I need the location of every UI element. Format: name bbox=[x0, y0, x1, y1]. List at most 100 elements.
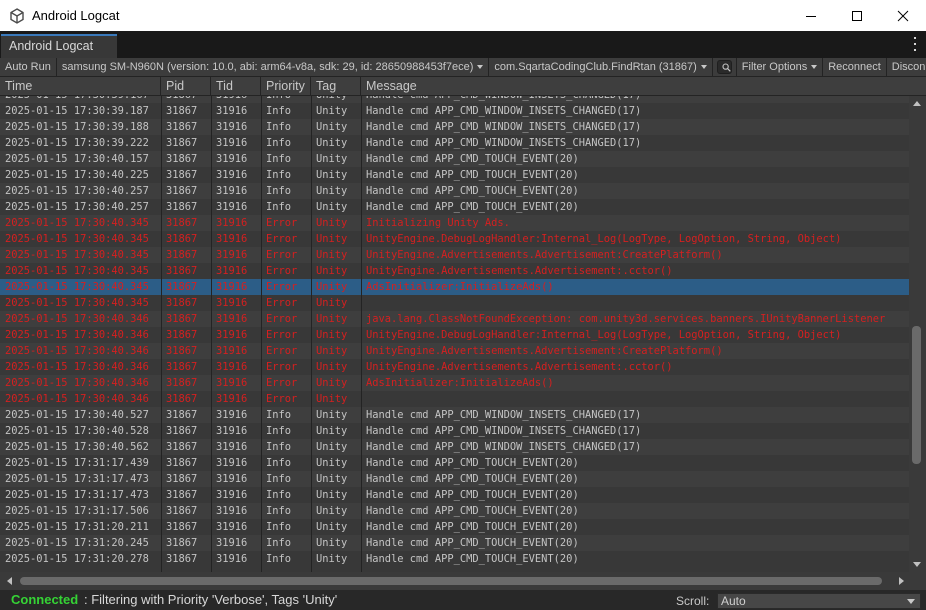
package-dropdown[interactable]: com.SqartaCodingClub.FindRtan (31867) bbox=[489, 58, 713, 76]
column-divider bbox=[361, 96, 362, 572]
log-time: 2025-01-15 17:30:40.345 bbox=[5, 281, 149, 293]
log-message: Handle cmd APP_CMD_WINDOW_INSETS_CHANGED… bbox=[366, 409, 642, 421]
log-tid: 31916 bbox=[216, 281, 248, 293]
vertical-scroll-thumb[interactable] bbox=[912, 326, 921, 464]
log-row[interactable]: 2025-01-15 17:30:40.345 31867 31916 Error Un… bbox=[0, 247, 909, 263]
log-tag: Unity bbox=[316, 121, 348, 133]
log-rows: 2025-01-15 17:30:39.1673186731916InfoUni… bbox=[0, 96, 909, 567]
log-time: 2025-01-15 17:31:17.506 bbox=[5, 505, 149, 517]
log-row[interactable]: 2025-01-15 17:30:39.188 31867 31916 Info Uni… bbox=[0, 119, 909, 135]
log-row[interactable]: 2025-01-15 17:31:20.278 31867 31916 Info Uni… bbox=[0, 551, 909, 567]
scroll-left-icon[interactable] bbox=[7, 577, 12, 585]
log-row[interactable]: 2025-01-15 17:30:40.346 31867 31916 Error Un… bbox=[0, 343, 909, 359]
maximize-button[interactable] bbox=[834, 0, 880, 31]
log-tid: 31916 bbox=[216, 473, 248, 485]
column-header-priority[interactable]: Priority bbox=[261, 77, 311, 96]
column-header-time[interactable]: Time bbox=[0, 77, 161, 96]
scroll-mode-select[interactable]: Auto bbox=[717, 593, 921, 609]
device-dropdown[interactable]: samsung SM-N960N (version: 10.0, abi: ar… bbox=[57, 58, 490, 76]
log-priority: Info bbox=[266, 201, 292, 213]
log-row[interactable]: 2025-01-15 17:30:40.346 31867 31916 Error Un… bbox=[0, 311, 909, 327]
log-time: 2025-01-15 17:30:40.528 bbox=[5, 425, 149, 437]
log-time: 2025-01-15 17:30:40.346 bbox=[5, 313, 149, 325]
log-row[interactable]: 2025-01-15 17:30:40.225 31867 31916 Info Uni… bbox=[0, 167, 909, 183]
log-row[interactable]: 2025-01-15 17:30:40.157 31867 31916 Info Uni… bbox=[0, 151, 909, 167]
log-row[interactable]: 2025-01-15 17:30:40.527 31867 31916 Info Uni… bbox=[0, 407, 909, 423]
log-message: Handle cmd APP_CMD_TOUCH_EVENT(20) bbox=[366, 457, 579, 469]
log-tag: Unity bbox=[316, 553, 348, 565]
log-row[interactable]: 2025-01-15 17:30:40.345 31867 31916 Error Un… bbox=[0, 263, 909, 279]
log-priority: Error bbox=[266, 329, 298, 341]
log-row[interactable]: 2025-01-15 17:31:17.506 31867 31916 Info Uni… bbox=[0, 503, 909, 519]
log-message: Handle cmd APP_CMD_TOUCH_EVENT(20) bbox=[366, 537, 579, 549]
minimize-button[interactable] bbox=[788, 0, 834, 31]
log-row[interactable]: 2025-01-15 17:30:40.345 31867 31916 Error Un… bbox=[0, 231, 909, 247]
horizontal-scrollbar[interactable] bbox=[0, 572, 909, 590]
reconnect-button[interactable]: Reconnect bbox=[823, 58, 887, 76]
log-message: Handle cmd APP_CMD_TOUCH_EVENT(20) bbox=[366, 153, 579, 165]
log-tag: Unity bbox=[316, 329, 348, 341]
log-row[interactable]: 2025-01-15 17:30:40.346 31867 31916 Error Un… bbox=[0, 375, 909, 391]
package-label: com.SqartaCodingClub.FindRtan (31867) bbox=[494, 61, 697, 73]
column-header-pid[interactable]: Pid bbox=[161, 77, 211, 96]
log-row[interactable]: 2025-01-15 17:31:17.439 31867 31916 Info Uni… bbox=[0, 455, 909, 471]
maximize-icon bbox=[852, 10, 862, 21]
auto-run-label: Auto Run bbox=[5, 61, 51, 73]
chevron-down-icon bbox=[811, 65, 818, 69]
log-row[interactable]: 2025-01-15 17:31:17.473 31867 31916 Info Uni… bbox=[0, 471, 909, 487]
chevron-down-icon bbox=[477, 65, 484, 69]
log-row[interactable]: 2025-01-15 17:30:40.346 31867 31916 Error Un… bbox=[0, 359, 909, 375]
log-pid: 31867 bbox=[166, 297, 198, 309]
log-tid: 31916 bbox=[216, 121, 248, 133]
close-button[interactable] bbox=[880, 0, 926, 31]
log-row[interactable]: 2025-01-15 17:30:39.1673186731916InfoUni… bbox=[0, 96, 909, 103]
horizontal-scroll-thumb[interactable] bbox=[20, 577, 882, 585]
log-row[interactable]: 2025-01-15 17:30:40.346 31867 31916 Error Un… bbox=[0, 327, 909, 343]
tab-android-logcat[interactable]: Android Logcat bbox=[1, 34, 117, 58]
status-bar: Connected : Filtering with Priority 'Ver… bbox=[0, 590, 926, 610]
column-header-tag[interactable]: Tag bbox=[311, 77, 361, 96]
log-tid: 31916 bbox=[216, 297, 248, 309]
log-tag: Unity bbox=[316, 297, 348, 309]
scroll-right-icon[interactable] bbox=[899, 577, 904, 585]
log-time: 2025-01-15 17:30:40.345 bbox=[5, 297, 149, 309]
log-message: Handle cmd APP_CMD_TOUCH_EVENT(20) bbox=[366, 473, 579, 485]
log-row[interactable]: 2025-01-15 17:30:40.345 31867 31916 Error Un… bbox=[0, 295, 909, 311]
log-tag: Unity bbox=[316, 185, 348, 197]
log-row[interactable]: 2025-01-15 17:30:40.346 31867 31916 Error Un… bbox=[0, 391, 909, 407]
log-message: UnityEngine.Advertisements.Advertisement… bbox=[366, 265, 673, 277]
log-tid: 31916 bbox=[216, 185, 248, 197]
vertical-scrollbar[interactable] bbox=[909, 96, 926, 572]
log-row[interactable]: 2025-01-15 17:31:17.473 31867 31916 Info Uni… bbox=[0, 487, 909, 503]
close-icon bbox=[897, 10, 909, 21]
scroll-down-icon[interactable] bbox=[913, 562, 921, 567]
log-row[interactable]: 2025-01-15 17:30:40.562 31867 31916 Info Uni… bbox=[0, 439, 909, 455]
log-priority: Info bbox=[266, 185, 292, 197]
kebab-menu-icon[interactable] bbox=[912, 37, 918, 51]
filter-status-message: : Filtering with Priority 'Verbose', Tag… bbox=[84, 592, 338, 607]
log-row[interactable]: 2025-01-15 17:31:20.245 31867 31916 Info Uni… bbox=[0, 535, 909, 551]
log-row[interactable]: 2025-01-15 17:30:40.528 31867 31916 Info Uni… bbox=[0, 423, 909, 439]
log-priority: Error bbox=[266, 297, 298, 309]
log-row[interactable]: 2025-01-15 17:30:40.257 31867 31916 Info Uni… bbox=[0, 183, 909, 199]
log-message: UnityEngine.Advertisements.Advertisement… bbox=[366, 345, 723, 357]
log-list[interactable]: 2025-01-15 17:30:39.1673186731916InfoUni… bbox=[0, 96, 909, 572]
search-input[interactable] bbox=[716, 60, 732, 74]
log-message: Handle cmd APP_CMD_WINDOW_INSETS_CHANGED… bbox=[366, 105, 642, 117]
scroll-up-icon[interactable] bbox=[913, 101, 921, 106]
log-time: 2025-01-15 17:30:40.345 bbox=[5, 217, 149, 229]
filter-options-dropdown[interactable]: Filter Options bbox=[735, 58, 824, 76]
column-header-message[interactable]: Message bbox=[361, 77, 926, 96]
auto-run-button[interactable]: Auto Run bbox=[0, 58, 57, 76]
log-row[interactable]: 2025-01-15 17:30:39.187 31867 31916 Info Uni… bbox=[0, 103, 909, 119]
log-row-selected[interactable]: 2025-01-15 17:30:40.345 31867 31916 Error Un… bbox=[0, 279, 909, 295]
log-row[interactable]: 2025-01-15 17:30:39.222 31867 31916 Info Uni… bbox=[0, 135, 909, 151]
log-tid: 31916 bbox=[216, 537, 248, 549]
disconnect-button[interactable]: Disconne bbox=[887, 58, 926, 76]
log-row[interactable]: 2025-01-15 17:30:40.257 31867 31916 Info Uni… bbox=[0, 199, 909, 215]
log-row[interactable]: 2025-01-15 17:31:20.211 31867 31916 Info Uni… bbox=[0, 519, 909, 535]
log-tag: Unity bbox=[316, 345, 348, 357]
log-row[interactable]: 2025-01-15 17:30:40.345 31867 31916 Error Un… bbox=[0, 215, 909, 231]
column-header-tid[interactable]: Tid bbox=[211, 77, 261, 96]
log-message: Handle cmd APP_CMD_TOUCH_EVENT(20) bbox=[366, 553, 579, 565]
